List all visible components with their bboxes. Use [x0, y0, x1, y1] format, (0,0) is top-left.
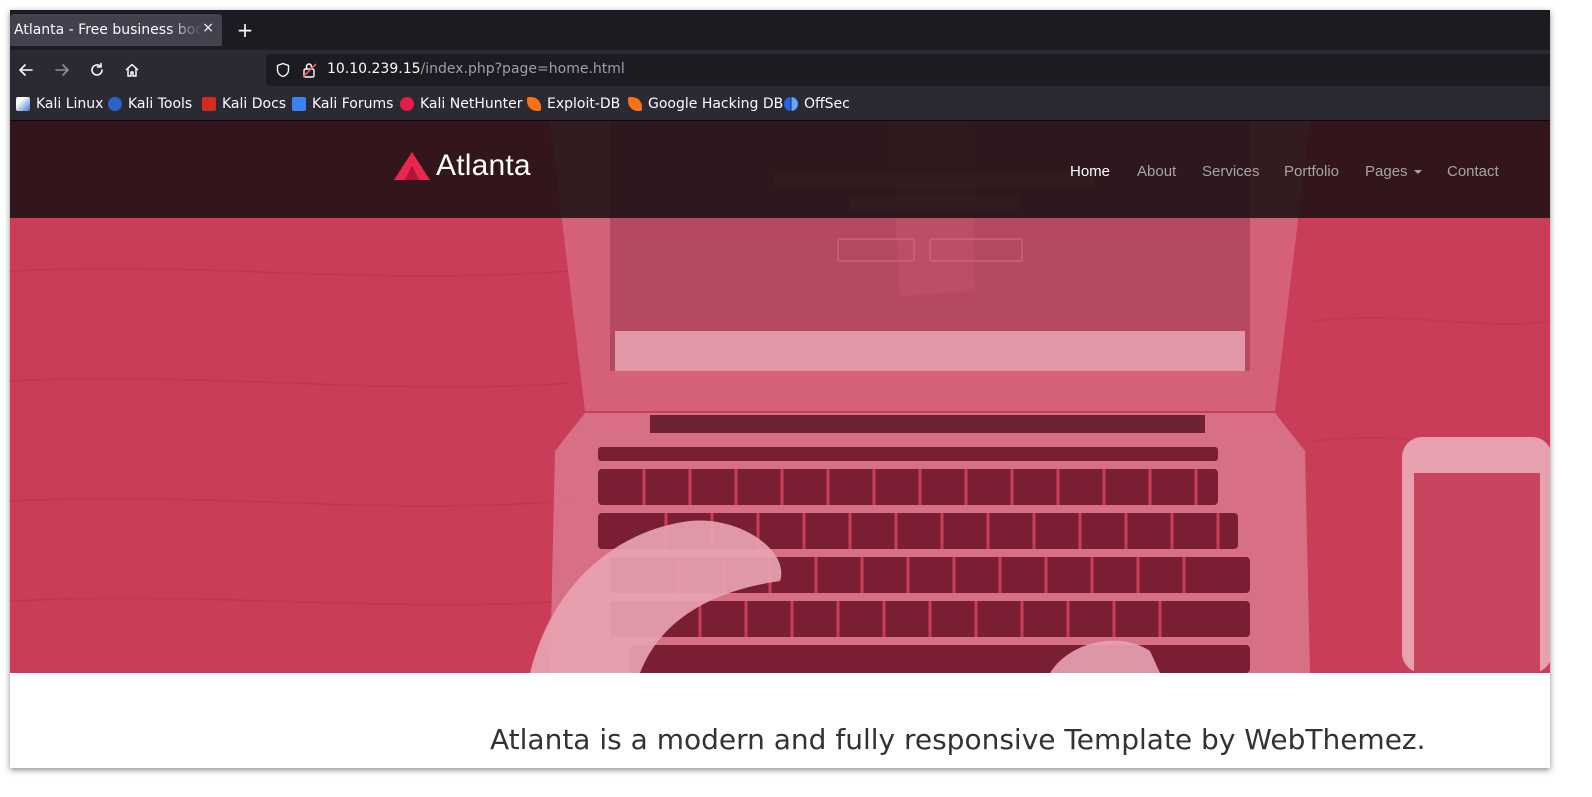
- kali-forums-icon: [292, 97, 306, 111]
- ghdb-icon: [628, 97, 642, 111]
- shield-icon[interactable]: [275, 62, 291, 78]
- bookmarks-toolbar: Kali Linux Kali Tools Kali Docs Kali For…: [10, 90, 1550, 121]
- triangle-logo-icon: [394, 152, 430, 180]
- brand-name: Atlanta: [436, 149, 531, 182]
- bookmark-kali-docs[interactable]: Kali Docs: [202, 96, 286, 112]
- home-icon: [125, 63, 139, 77]
- nav-pages-dropdown[interactable]: Pages: [1365, 163, 1422, 180]
- bookmark-label: Kali NetHunter: [420, 96, 523, 112]
- page-viewport: Atlanta Home About Services Portfolio Pa…: [10, 121, 1550, 768]
- arrow-right-icon: [55, 64, 69, 76]
- kali-dragon-icon: [16, 97, 30, 111]
- caret-down-icon: [1413, 170, 1422, 175]
- url-bar[interactable]: 10.10.239.15/index.php?page=home.html: [266, 54, 1550, 86]
- bookmark-label: Kali Tools: [128, 96, 193, 112]
- new-tab-button[interactable]: +: [234, 18, 256, 42]
- browser-window: Atlanta - Free business bootstrap templa…: [10, 10, 1550, 768]
- arrow-left-icon: [19, 64, 33, 76]
- exploit-db-icon: [527, 97, 541, 111]
- bookmark-label: Google Hacking DB: [648, 96, 784, 112]
- home-button[interactable]: [120, 58, 144, 82]
- reload-icon: [91, 62, 103, 76]
- nav-contact[interactable]: Contact: [1447, 163, 1499, 180]
- bookmark-kali-tools[interactable]: Kali Tools: [108, 96, 192, 112]
- intro-heading: Atlanta is a modern and fully responsive…: [490, 723, 1426, 756]
- bookmark-label: Kali Linux: [36, 96, 104, 112]
- site-logo[interactable]: Atlanta: [392, 149, 531, 183]
- tab-atlanta[interactable]: Atlanta - Free business bootstrap templa…: [10, 14, 222, 46]
- bookmark-kali-nethunter[interactable]: Kali NetHunter: [400, 96, 522, 112]
- reload-button[interactable]: [85, 58, 109, 82]
- back-button[interactable]: [14, 58, 38, 82]
- url-text[interactable]: 10.10.239.15/index.php?page=home.html: [327, 61, 625, 77]
- bookmark-exploit-db[interactable]: Exploit-DB: [527, 96, 620, 112]
- site-header: Atlanta Home About Services Portfolio Pa…: [10, 121, 1550, 218]
- forward-button[interactable]: [50, 58, 74, 82]
- nav-about[interactable]: About: [1137, 163, 1176, 180]
- offsec-icon: [784, 97, 798, 111]
- kali-docs-icon: [202, 97, 216, 111]
- nav-portfolio[interactable]: Portfolio: [1284, 163, 1339, 180]
- kali-nethunter-icon: [400, 97, 414, 111]
- nav-pages-label: Pages: [1365, 163, 1408, 180]
- bookmark-google-hacking-db[interactable]: Google Hacking DB: [628, 96, 783, 112]
- nav-home[interactable]: Home: [1070, 163, 1110, 180]
- url-host: 10.10.239.15: [327, 61, 421, 77]
- tab-title: Atlanta - Free business bootstrap templa…: [14, 22, 202, 38]
- tab-close-icon[interactable]: ×: [202, 20, 214, 36]
- insecure-lock-icon[interactable]: [301, 61, 319, 79]
- bookmark-label: OffSec: [804, 96, 850, 112]
- bookmark-kali-forums[interactable]: Kali Forums: [292, 96, 393, 112]
- kali-tools-icon: [108, 97, 122, 111]
- bookmark-label: Kali Docs: [222, 96, 287, 112]
- bookmark-label: Exploit-DB: [547, 96, 621, 112]
- nav-services[interactable]: Services: [1202, 163, 1260, 180]
- bookmark-label: Kali Forums: [312, 96, 394, 112]
- navigation-toolbar: 10.10.239.15/index.php?page=home.html: [10, 50, 1550, 90]
- bookmark-offsec[interactable]: OffSec: [784, 96, 850, 112]
- url-path: /index.php?page=home.html: [420, 61, 625, 77]
- bookmark-kali-linux[interactable]: Kali Linux: [16, 96, 103, 112]
- hero-banner: Atlanta Home About Services Portfolio Pa…: [10, 121, 1550, 673]
- tab-strip: Atlanta - Free business bootstrap templa…: [10, 10, 1550, 50]
